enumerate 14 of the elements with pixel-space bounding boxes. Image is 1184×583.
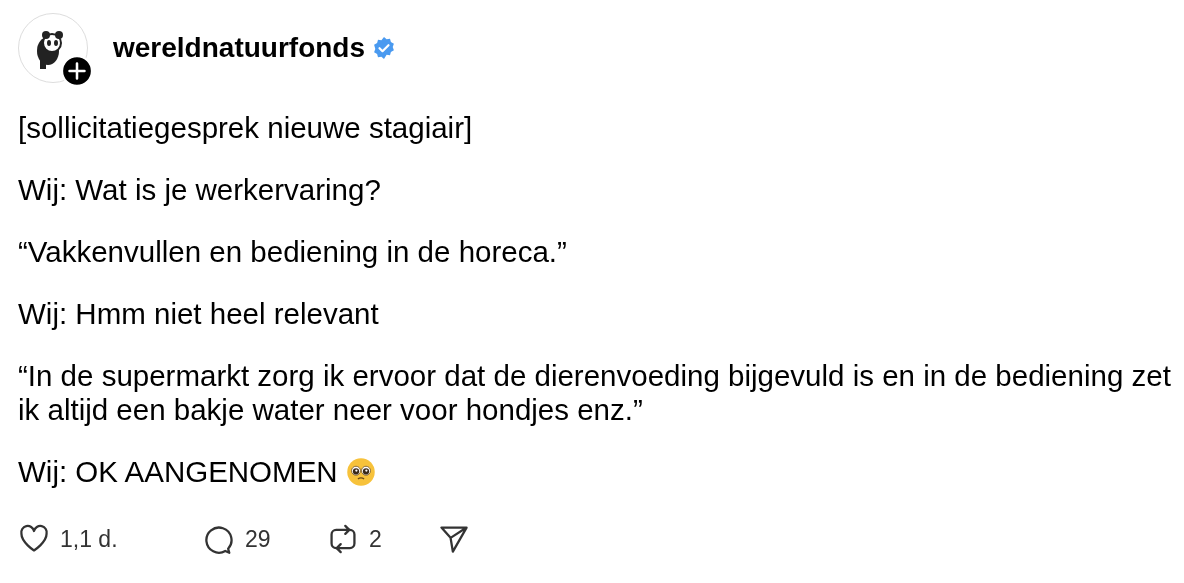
- repost-icon[interactable]: [327, 523, 359, 555]
- action-count: 2: [369, 525, 382, 553]
- post-text: “Vakkenvullen en bediening in de horeca.”: [18, 235, 567, 269]
- post-text: Wij: Wat is je werkervaring?: [18, 173, 381, 207]
- send-icon[interactable]: [438, 523, 470, 555]
- action-count: 29: [245, 525, 271, 553]
- post-text: Wij: OK AANGENOMEN: [18, 455, 338, 489]
- username[interactable]: wereldnatuurfonds: [113, 32, 365, 64]
- post-text: “In de supermarkt zorg ik ervoor dat de dierenvoeding bijgevuld is en in de bediening zet ik altijd een bakje water neer voor hondjes enz.”: [18, 359, 1172, 427]
- action-count: 1,1 d.: [60, 525, 118, 553]
- post-text: Wij: Hmm niet heel relevant: [18, 297, 379, 331]
- comment-bubble-icon[interactable]: [203, 523, 235, 555]
- follow-plus-icon[interactable]: [61, 55, 93, 87]
- post-text: [sollicitatiegesprek nieuwe stagiair]: [18, 111, 473, 145]
